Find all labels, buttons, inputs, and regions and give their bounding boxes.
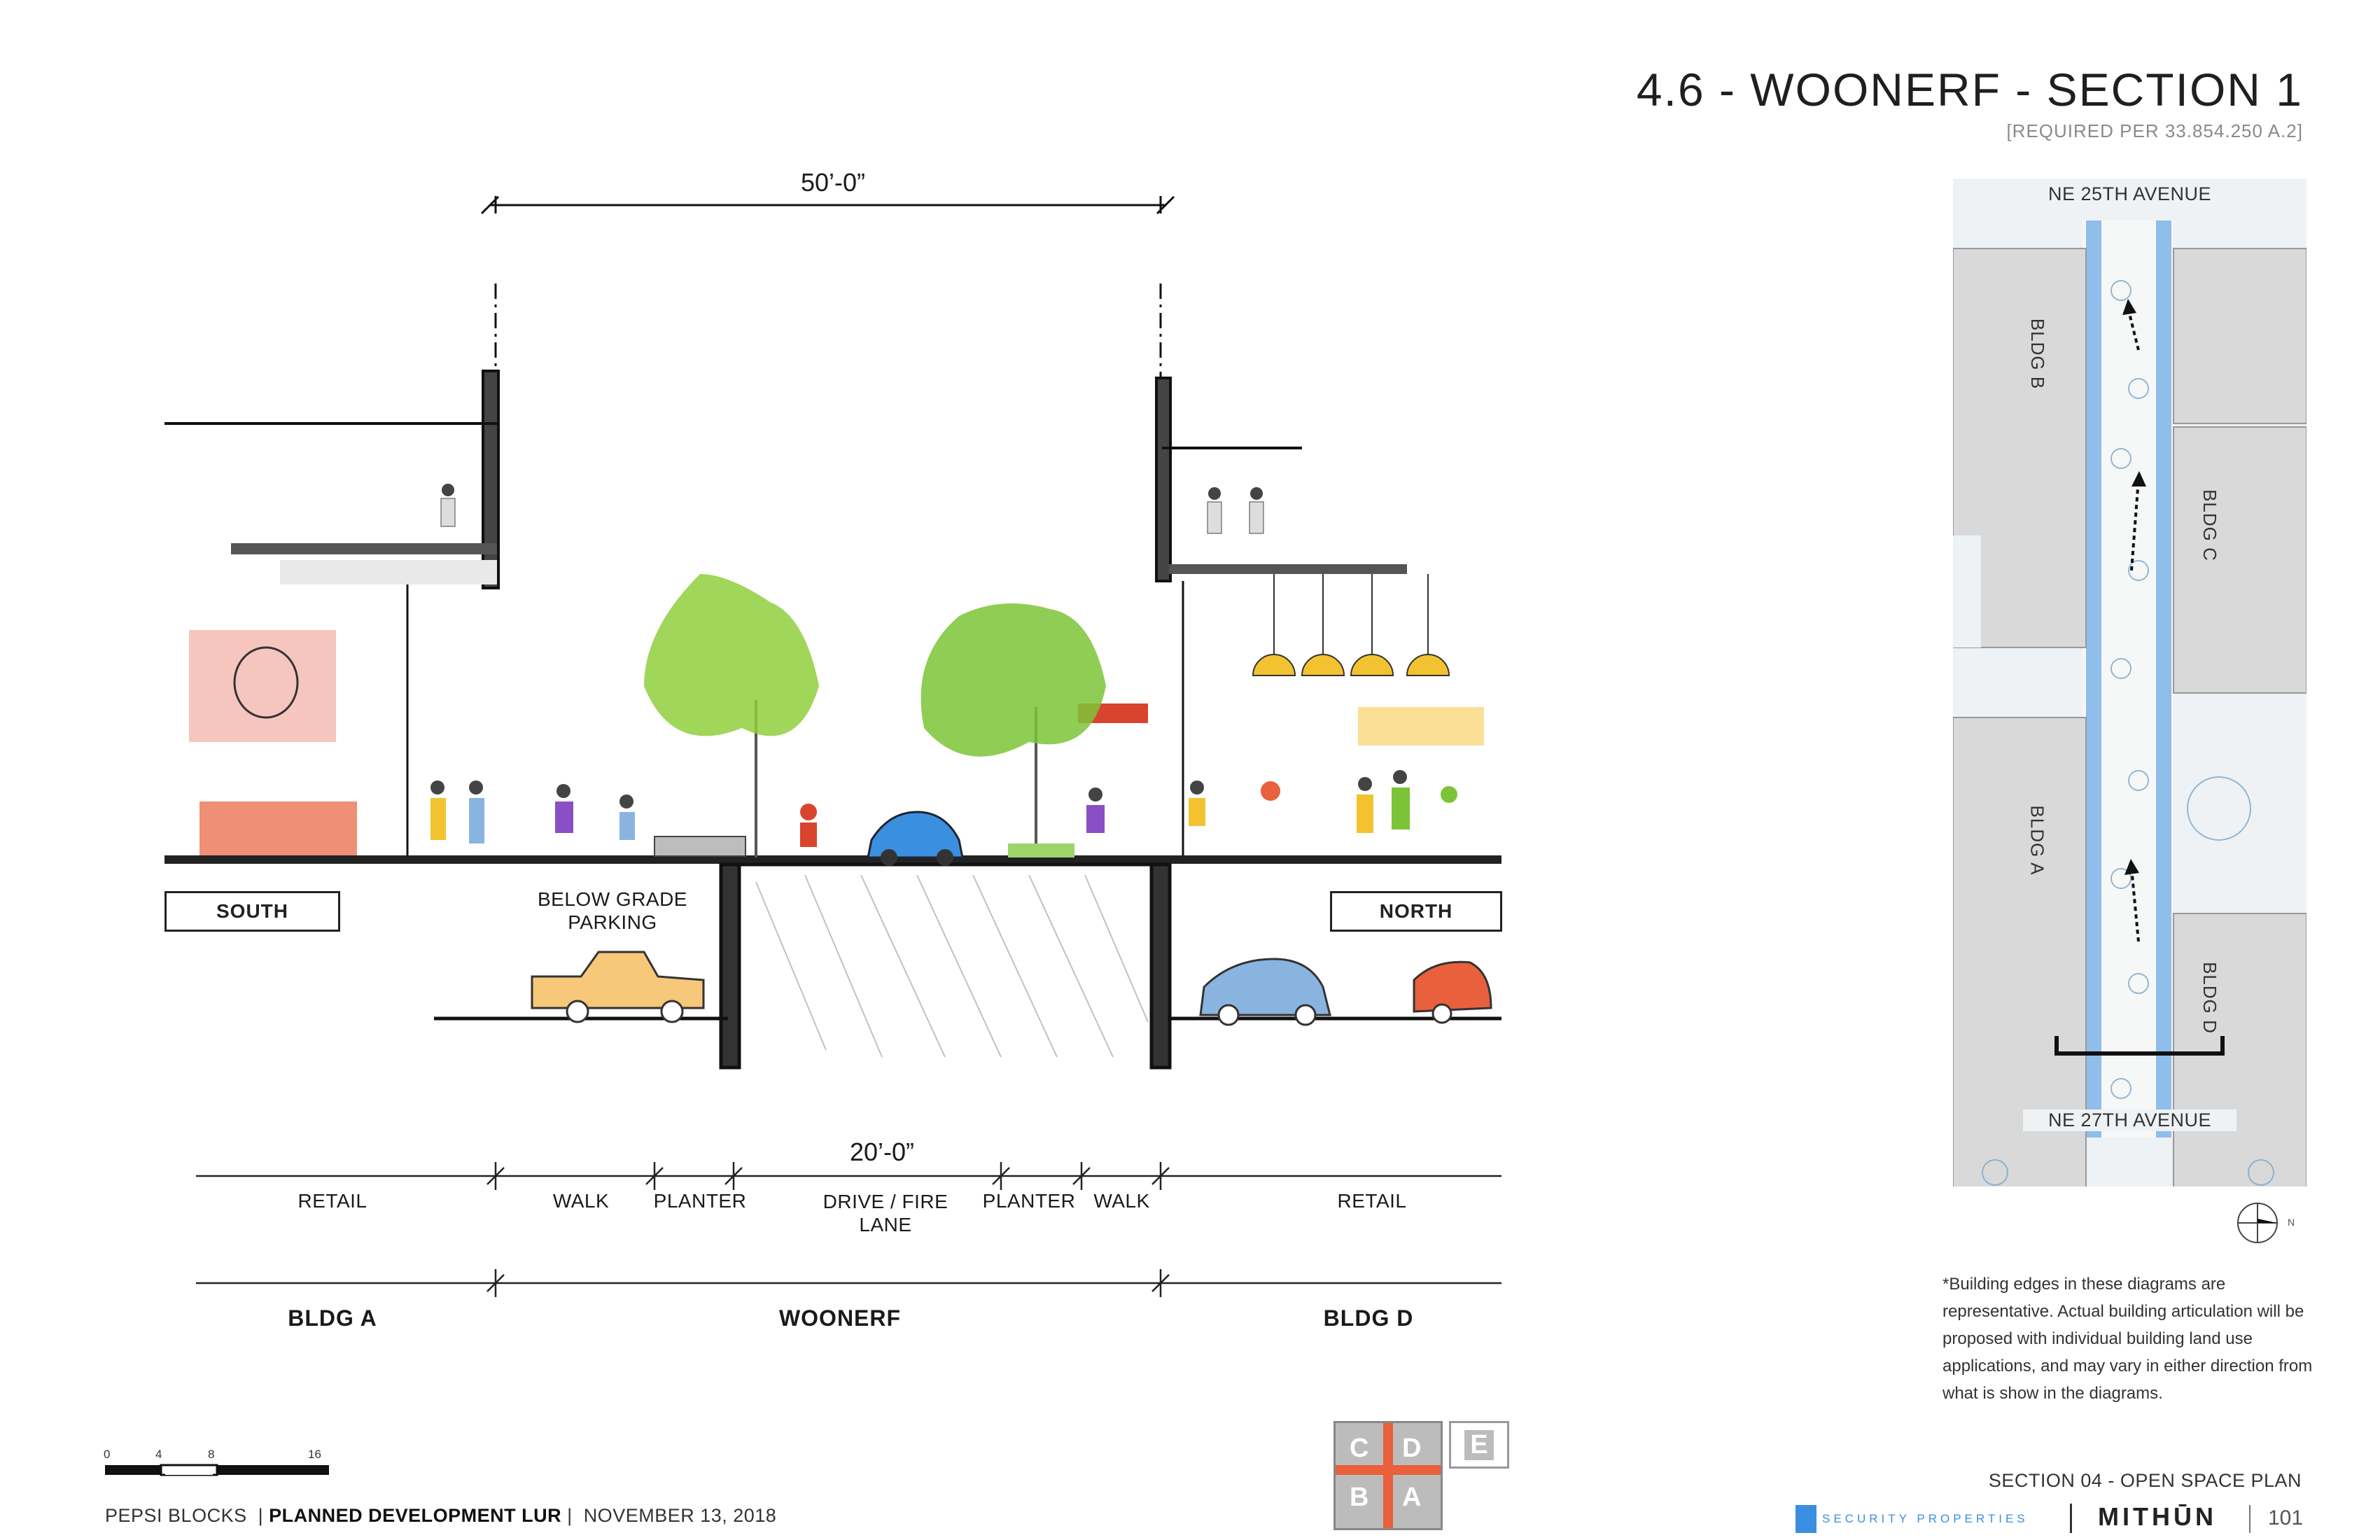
block-key-c: C xyxy=(1350,1434,1369,1463)
block-key-d: D xyxy=(1402,1434,1422,1463)
key-plan xyxy=(1953,178,2306,1186)
group-bldg-d: BLDG D xyxy=(1323,1306,1414,1331)
scale-bar xyxy=(105,1464,329,1476)
street-ne-25th: NE 25TH AVENUE xyxy=(2023,183,2236,205)
north-label: NORTH xyxy=(1330,891,1502,932)
footer-project: PEPSI BLOCKS xyxy=(105,1505,247,1526)
pendant-lights xyxy=(1252,574,1450,676)
zone-retail-north: RETAIL xyxy=(1337,1190,1407,1212)
ground-line xyxy=(164,855,1502,864)
zone-planter-south: PLANTER xyxy=(653,1190,747,1212)
scale-tick-16: 16 xyxy=(308,1448,321,1461)
street-ne-27th: NE 27TH AVENUE xyxy=(2023,1110,2236,1131)
bldg-b-label: BLDG B xyxy=(2027,318,2049,390)
car-parking-red xyxy=(1413,960,1492,1024)
car-parking-yellow xyxy=(531,951,705,1023)
north-arrow-icon xyxy=(2237,1203,2278,1243)
south-building xyxy=(164,370,500,861)
building-edges-note: *Building edges in these diagrams are re… xyxy=(1942,1275,2313,1403)
footer-document: PLANNED DEVELOPMENT LUR xyxy=(269,1505,562,1526)
zone-walk-south: WALK xyxy=(552,1190,610,1212)
scale-tick-8: 8 xyxy=(208,1448,215,1461)
block-key-b: B xyxy=(1350,1483,1369,1512)
bldg-d-label: BLDG D xyxy=(2199,962,2220,1034)
zone-drive-fire-lane: DRIVE / FIRE LANE xyxy=(822,1191,948,1236)
car-parking-blue xyxy=(1199,958,1331,1026)
page-title: 4.6 - WOONERF - SECTION 1 xyxy=(1636,64,2303,115)
page-number: 101 xyxy=(2268,1506,2304,1530)
north-arrow-letter: N xyxy=(2288,1217,2295,1228)
car-street xyxy=(867,811,964,866)
footer-date: NOVEMBER 13, 2018 xyxy=(583,1505,777,1526)
group-woonerf: WOONERF xyxy=(778,1306,902,1331)
footer-section: SECTION 04 - OPEN SPACE PLAN xyxy=(1988,1470,2302,1491)
dimension-total-label: 50’-0” xyxy=(800,168,866,197)
below-grade-parking-label: BELOW GRADE PARKING xyxy=(538,888,687,933)
group-bldg-a: BLDG A xyxy=(288,1306,377,1331)
zone-walk-north: WALK xyxy=(1093,1190,1150,1212)
security-properties-logo: SECURITY PROPERTIES xyxy=(1795,1505,2029,1533)
dimension-line-total xyxy=(480,195,1175,215)
scale-tick-4: 4 xyxy=(155,1448,162,1461)
mithun-logo: MITHŪN xyxy=(2098,1502,2217,1531)
page-subtitle: [REQUIRED PER 33.854.250 A.2] xyxy=(2006,120,2303,141)
page-divider xyxy=(2249,1505,2250,1533)
block-key-plan: C D B A xyxy=(1334,1421,1443,1530)
zone-planter-north: PLANTER xyxy=(982,1190,1076,1212)
bldg-c-label: BLDG C xyxy=(2199,489,2220,561)
block-key-a: A xyxy=(1402,1483,1422,1512)
key-plan-map xyxy=(1953,220,2306,1186)
south-label: SOUTH xyxy=(164,891,340,932)
dimension-woonerf-label: 20’-0” xyxy=(849,1138,915,1166)
tree-right xyxy=(920,603,1106,858)
footer-project-info: PEPSI BLOCKS | PLANNED DEVELOPMENT LUR |… xyxy=(105,1505,777,1526)
block-key-e: E xyxy=(1449,1421,1509,1469)
zone-retail-south: RETAIL xyxy=(298,1190,368,1212)
scale-tick-0: 0 xyxy=(104,1448,111,1461)
tree-left xyxy=(644,574,819,858)
logo-divider xyxy=(2070,1504,2072,1533)
bldg-a-label: BLDG A xyxy=(2026,805,2048,876)
security-properties-mark-icon xyxy=(1795,1505,1816,1533)
